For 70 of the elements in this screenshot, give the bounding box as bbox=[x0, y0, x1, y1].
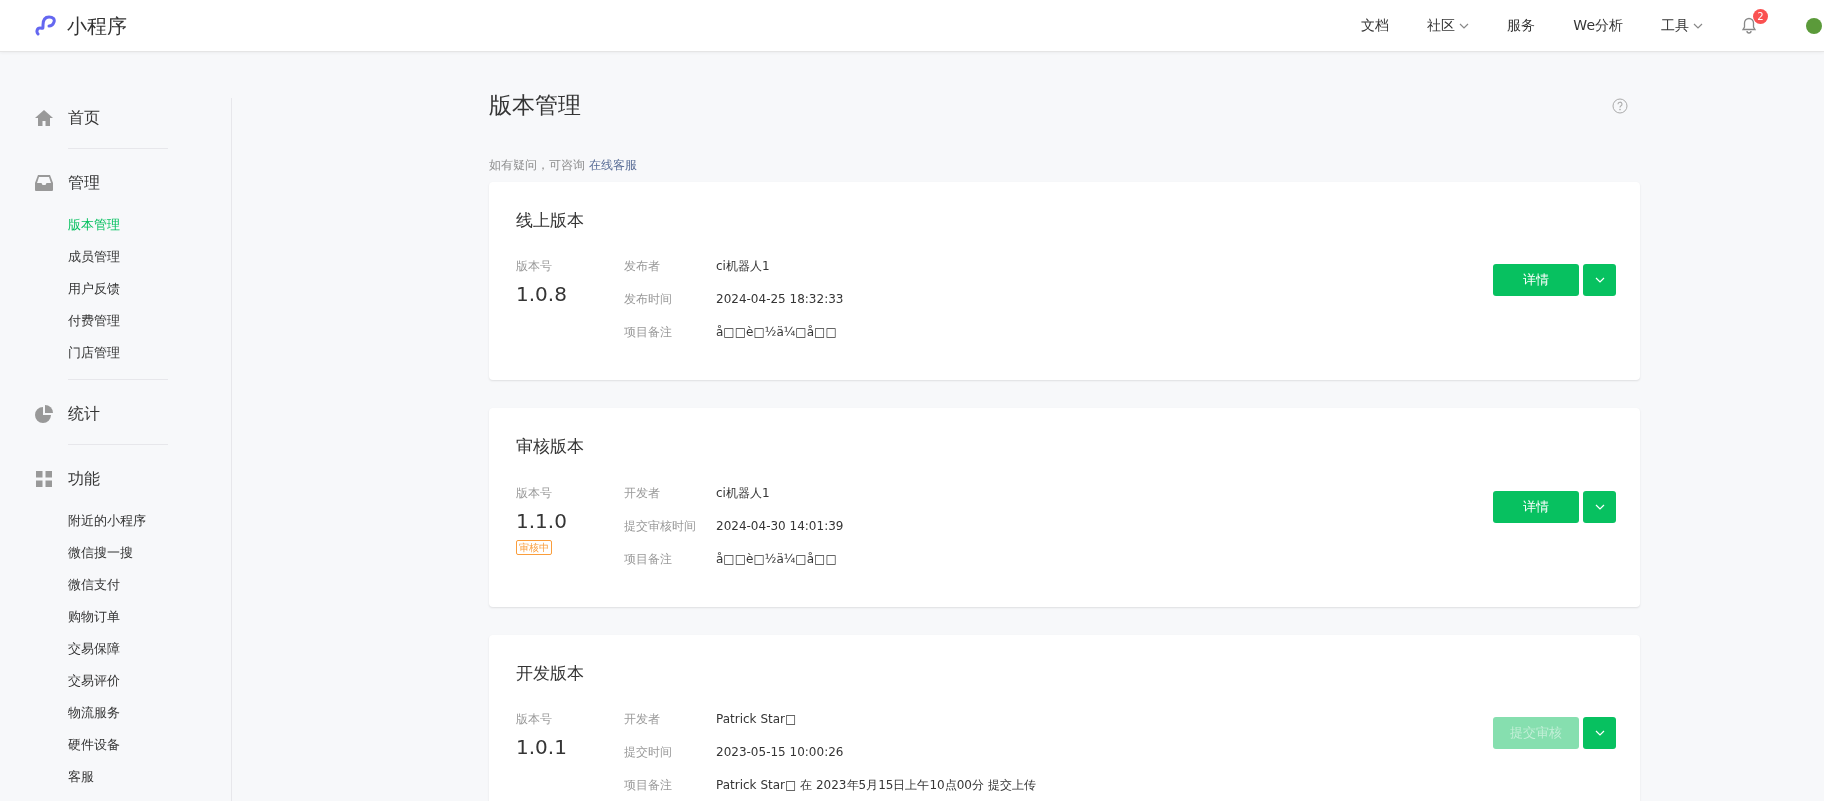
dropdown-button[interactable] bbox=[1583, 490, 1616, 523]
field-label: 项目备注 bbox=[624, 777, 673, 795]
field-label: 提交时间 bbox=[624, 744, 673, 762]
field-label: 开发者 bbox=[624, 711, 661, 729]
version-number: 1.0.8 bbox=[516, 281, 568, 309]
version-label: 版本号 bbox=[516, 484, 553, 502]
nav-link[interactable]: 社区 bbox=[1427, 15, 1470, 36]
sidebar-item[interactable]: 交易评价 bbox=[35, 665, 231, 697]
sidebar-item[interactable]: 成员管理 bbox=[35, 241, 231, 273]
pie-chart-icon bbox=[35, 405, 53, 423]
field-value: å□□è□½ä¼□å□□ bbox=[716, 550, 837, 568]
field-value: Patrick Star□ bbox=[716, 711, 797, 729]
caret-icon bbox=[1594, 277, 1605, 284]
sidebar-item[interactable]: 微信搜一搜 bbox=[35, 537, 231, 569]
status-tag: 审核中 bbox=[516, 539, 552, 555]
field-value: Patrick Star□ 在 2023年5月15日上午10点00分 提交上传 bbox=[716, 777, 1036, 795]
field-label: 开发者 bbox=[624, 484, 661, 502]
caret-icon bbox=[1693, 22, 1703, 29]
home-icon bbox=[35, 109, 53, 127]
bell-icon[interactable] bbox=[1741, 17, 1757, 34]
card-title: 审核版本 bbox=[516, 435, 585, 459]
logo-text: 小程序 bbox=[67, 12, 127, 40]
sidebar-item[interactable]: 用户反馈 bbox=[35, 273, 231, 305]
sidebar-item[interactable]: 微信支付 bbox=[35, 569, 231, 601]
notice-text: 如有疑问，可咨询 在线客服 bbox=[489, 156, 638, 174]
version-number: 1.0.1 bbox=[516, 734, 568, 762]
support-link[interactable]: 在线客服 bbox=[588, 157, 637, 172]
sidebar-item[interactable]: 门店管理 bbox=[35, 337, 231, 369]
sidebar-section[interactable]: 管理 bbox=[35, 163, 231, 203]
dropdown-button[interactable] bbox=[1583, 717, 1616, 750]
nav-link[interactable]: 文档 bbox=[1361, 15, 1390, 36]
nav-link[interactable]: 工具 bbox=[1661, 15, 1703, 36]
sidebar-item[interactable]: 客服 bbox=[35, 761, 231, 793]
field-label: 发布时间 bbox=[624, 291, 673, 309]
sidebar-item[interactable]: 物流服务 bbox=[35, 697, 231, 729]
logo-icon bbox=[35, 14, 59, 37]
caret-icon bbox=[1459, 22, 1470, 29]
version-number: 1.1.0 bbox=[516, 507, 568, 535]
caret-icon bbox=[1594, 730, 1605, 737]
sidebar-item[interactable]: 付费管理 bbox=[35, 305, 231, 337]
field-value: 2024-04-30 14:01:39 bbox=[716, 517, 844, 535]
sidebar-section[interactable]: 统计 bbox=[35, 394, 231, 434]
sidebar-section[interactable]: 功能 bbox=[35, 459, 231, 499]
sidebar-item[interactable]: 硬件设备 bbox=[35, 729, 231, 761]
field-label: 提交审核时间 bbox=[624, 517, 697, 535]
nav-link[interactable]: We分析 bbox=[1573, 15, 1623, 36]
field-label: 项目备注 bbox=[624, 550, 673, 568]
field-value: ci机器人1 bbox=[716, 484, 770, 502]
version-label: 版本号 bbox=[516, 711, 553, 729]
sidebar-item[interactable]: 附近的小程序 bbox=[35, 505, 231, 537]
card-title: 线上版本 bbox=[516, 208, 585, 232]
field-value: å□□è□½ä¼□å□□ bbox=[716, 324, 837, 342]
field-value: 2023-05-15 10:00:26 bbox=[716, 744, 844, 762]
version-label: 版本号 bbox=[516, 258, 553, 276]
field-label: 项目备注 bbox=[624, 324, 673, 342]
dropdown-button[interactable] bbox=[1583, 264, 1616, 297]
nav-link[interactable]: 服务 bbox=[1507, 15, 1536, 36]
field-value: ci机器人1 bbox=[716, 258, 770, 276]
help-icon[interactable] bbox=[1612, 97, 1628, 114]
inbox-icon bbox=[35, 174, 53, 192]
page-title: 版本管理 bbox=[489, 92, 581, 120]
caret-icon bbox=[1594, 503, 1605, 510]
sidebar-item[interactable]: 购物订单 bbox=[35, 601, 231, 633]
field-value: 2024-04-25 18:32:33 bbox=[716, 291, 844, 309]
sidebar-section[interactable]: 首页 bbox=[35, 98, 231, 138]
grid-icon bbox=[35, 470, 53, 488]
field-label: 发布者 bbox=[624, 258, 661, 276]
card-title: 开发版本 bbox=[516, 661, 585, 685]
sidebar-item[interactable]: 交易保障 bbox=[35, 633, 231, 665]
notification-count: 2 bbox=[1753, 9, 1768, 24]
